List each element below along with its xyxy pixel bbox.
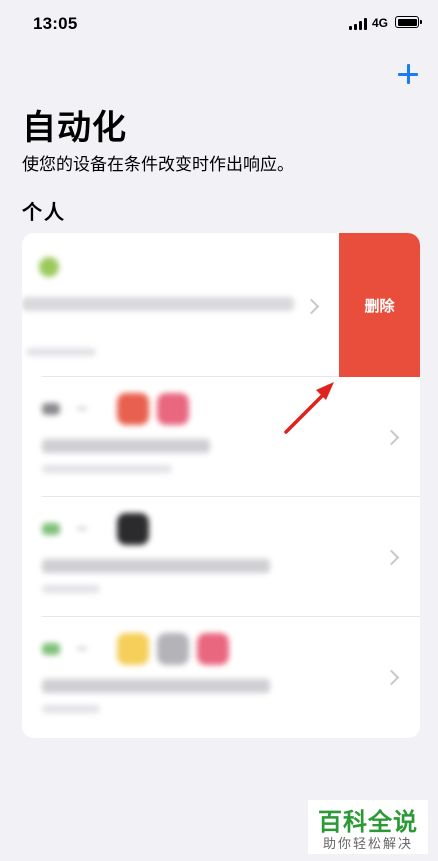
watermark-title: 百科全说 bbox=[318, 809, 418, 836]
arrow-icon bbox=[77, 647, 87, 650]
chevron-right-icon bbox=[383, 429, 400, 446]
battery-icon bbox=[395, 16, 422, 28]
automation-title-blurred bbox=[42, 679, 270, 693]
delete-button[interactable]: 删除 bbox=[339, 233, 420, 377]
action-icon bbox=[117, 513, 149, 545]
chevron-right-icon bbox=[383, 549, 400, 566]
watermark-subtitle: 助你轻松解决 bbox=[322, 836, 413, 851]
network-type: 4G bbox=[372, 16, 389, 30]
action-icon bbox=[117, 633, 149, 665]
action-icon bbox=[197, 633, 229, 665]
add-automation-button[interactable] bbox=[396, 62, 420, 86]
automation-list: 删除 bbox=[22, 233, 420, 738]
chevron-right-icon bbox=[383, 669, 400, 686]
action-icon bbox=[117, 393, 149, 425]
status-time: 13:05 bbox=[33, 14, 78, 33]
automation-trigger-icon bbox=[42, 403, 60, 415]
automation-row[interactable] bbox=[22, 497, 420, 617]
automation-detail-blurred bbox=[42, 705, 100, 713]
automation-trigger-icon bbox=[42, 523, 60, 535]
section-header-personal: 个人 bbox=[22, 202, 66, 224]
chevron-right-icon bbox=[303, 298, 320, 315]
arrow-icon bbox=[77, 407, 87, 410]
automation-title-blurred bbox=[22, 297, 294, 311]
arrow-icon bbox=[77, 527, 87, 530]
automation-row[interactable] bbox=[22, 617, 420, 738]
cellular-signal-icon bbox=[349, 18, 367, 30]
automation-trigger-icon bbox=[42, 643, 60, 655]
automation-row[interactable] bbox=[22, 377, 420, 497]
page-title: 自动化 bbox=[22, 109, 127, 147]
action-icon bbox=[157, 633, 189, 665]
annotation-arrow-icon bbox=[284, 382, 334, 434]
action-icon bbox=[157, 393, 189, 425]
automation-title-blurred bbox=[42, 559, 270, 573]
page-subtitle: 使您的设备在条件改变时作出响应。 bbox=[22, 155, 294, 174]
status-bar: 13:05 4G bbox=[0, 0, 438, 48]
automation-detail-blurred bbox=[26, 348, 96, 356]
automation-icon bbox=[39, 257, 59, 277]
automation-detail-blurred bbox=[42, 465, 172, 473]
automation-detail-blurred bbox=[42, 585, 100, 593]
watermark-logo: 百科全说 助你轻松解决 bbox=[308, 800, 428, 854]
automation-title-blurred bbox=[42, 439, 210, 453]
